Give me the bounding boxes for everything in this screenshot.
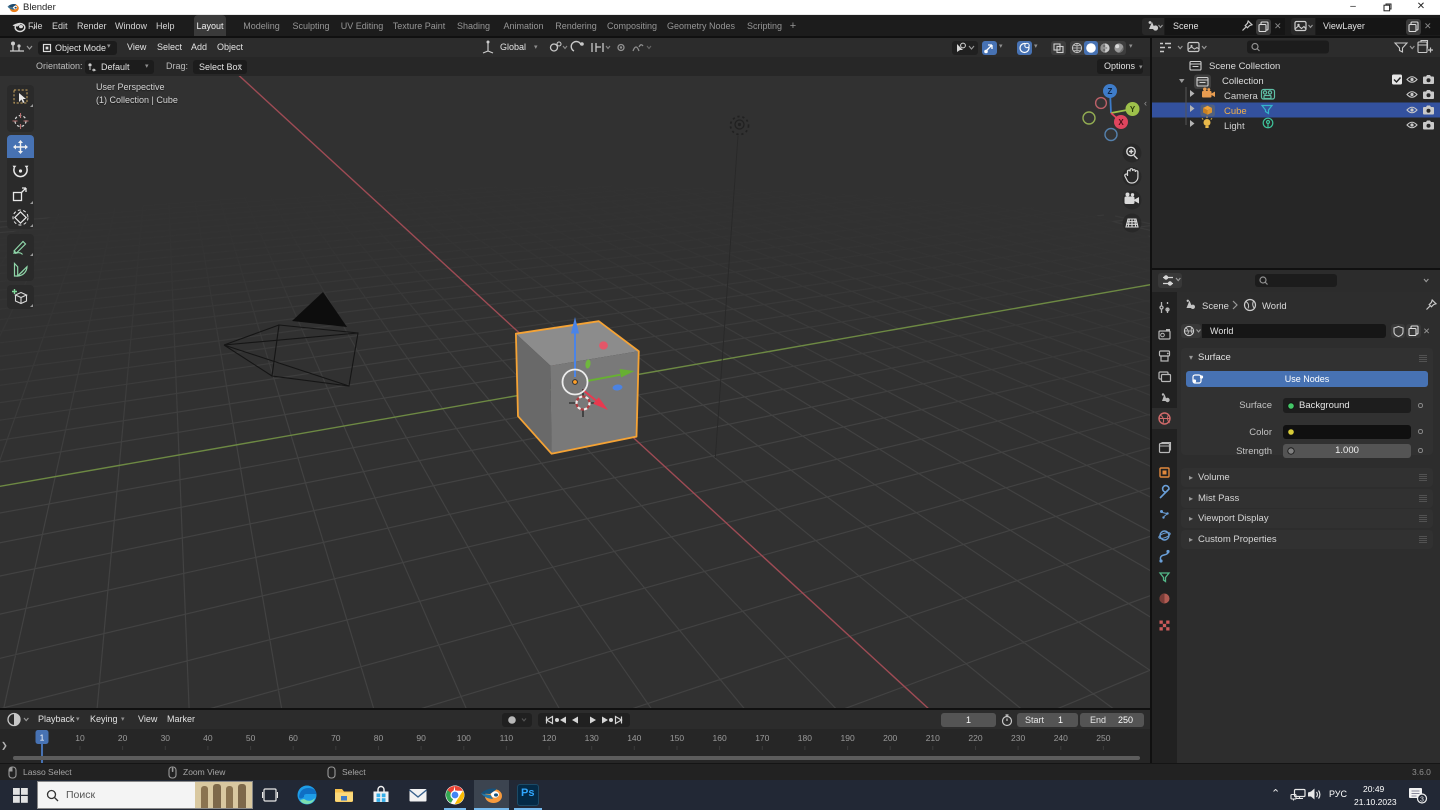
svg-text:240: 240 — [1054, 733, 1068, 743]
svg-text:190: 190 — [841, 733, 855, 743]
svg-text:250: 250 — [1096, 733, 1110, 743]
svg-text:Camera: Camera — [1224, 91, 1259, 102]
svg-text:20: 20 — [118, 733, 128, 743]
svg-text:Scene: Scene — [1202, 301, 1229, 312]
svg-text:World: World — [1262, 301, 1287, 312]
svg-text:200: 200 — [883, 733, 897, 743]
svg-text:170: 170 — [755, 733, 769, 743]
svg-text:130: 130 — [585, 733, 599, 743]
svg-text:120: 120 — [542, 733, 556, 743]
svg-text:1: 1 — [40, 733, 45, 743]
svg-text:110: 110 — [500, 733, 514, 743]
svg-text:140: 140 — [627, 733, 641, 743]
svg-text:40: 40 — [203, 733, 213, 743]
svg-text:70: 70 — [331, 733, 341, 743]
svg-text:50: 50 — [246, 733, 256, 743]
svg-text:Z: Z — [1108, 87, 1113, 96]
svg-text:150: 150 — [670, 733, 684, 743]
svg-text:Collection: Collection — [1222, 76, 1264, 87]
svg-text:10: 10 — [75, 733, 85, 743]
svg-text:210: 210 — [926, 733, 940, 743]
svg-text:3: 3 — [1420, 797, 1424, 804]
svg-text:X: X — [1118, 118, 1124, 127]
svg-text:160: 160 — [713, 733, 727, 743]
svg-text:Cube: Cube — [1224, 106, 1247, 117]
svg-text:80: 80 — [374, 733, 384, 743]
svg-text:Y: Y — [1130, 105, 1136, 114]
svg-text:Scene Collection: Scene Collection — [1209, 61, 1280, 72]
svg-text:60: 60 — [288, 733, 298, 743]
svg-text:30: 30 — [161, 733, 171, 743]
svg-text:Light: Light — [1224, 121, 1245, 132]
svg-text:230: 230 — [1011, 733, 1025, 743]
svg-text:180: 180 — [798, 733, 812, 743]
svg-text:90: 90 — [416, 733, 426, 743]
svg-text:100: 100 — [457, 733, 471, 743]
svg-text:220: 220 — [968, 733, 982, 743]
